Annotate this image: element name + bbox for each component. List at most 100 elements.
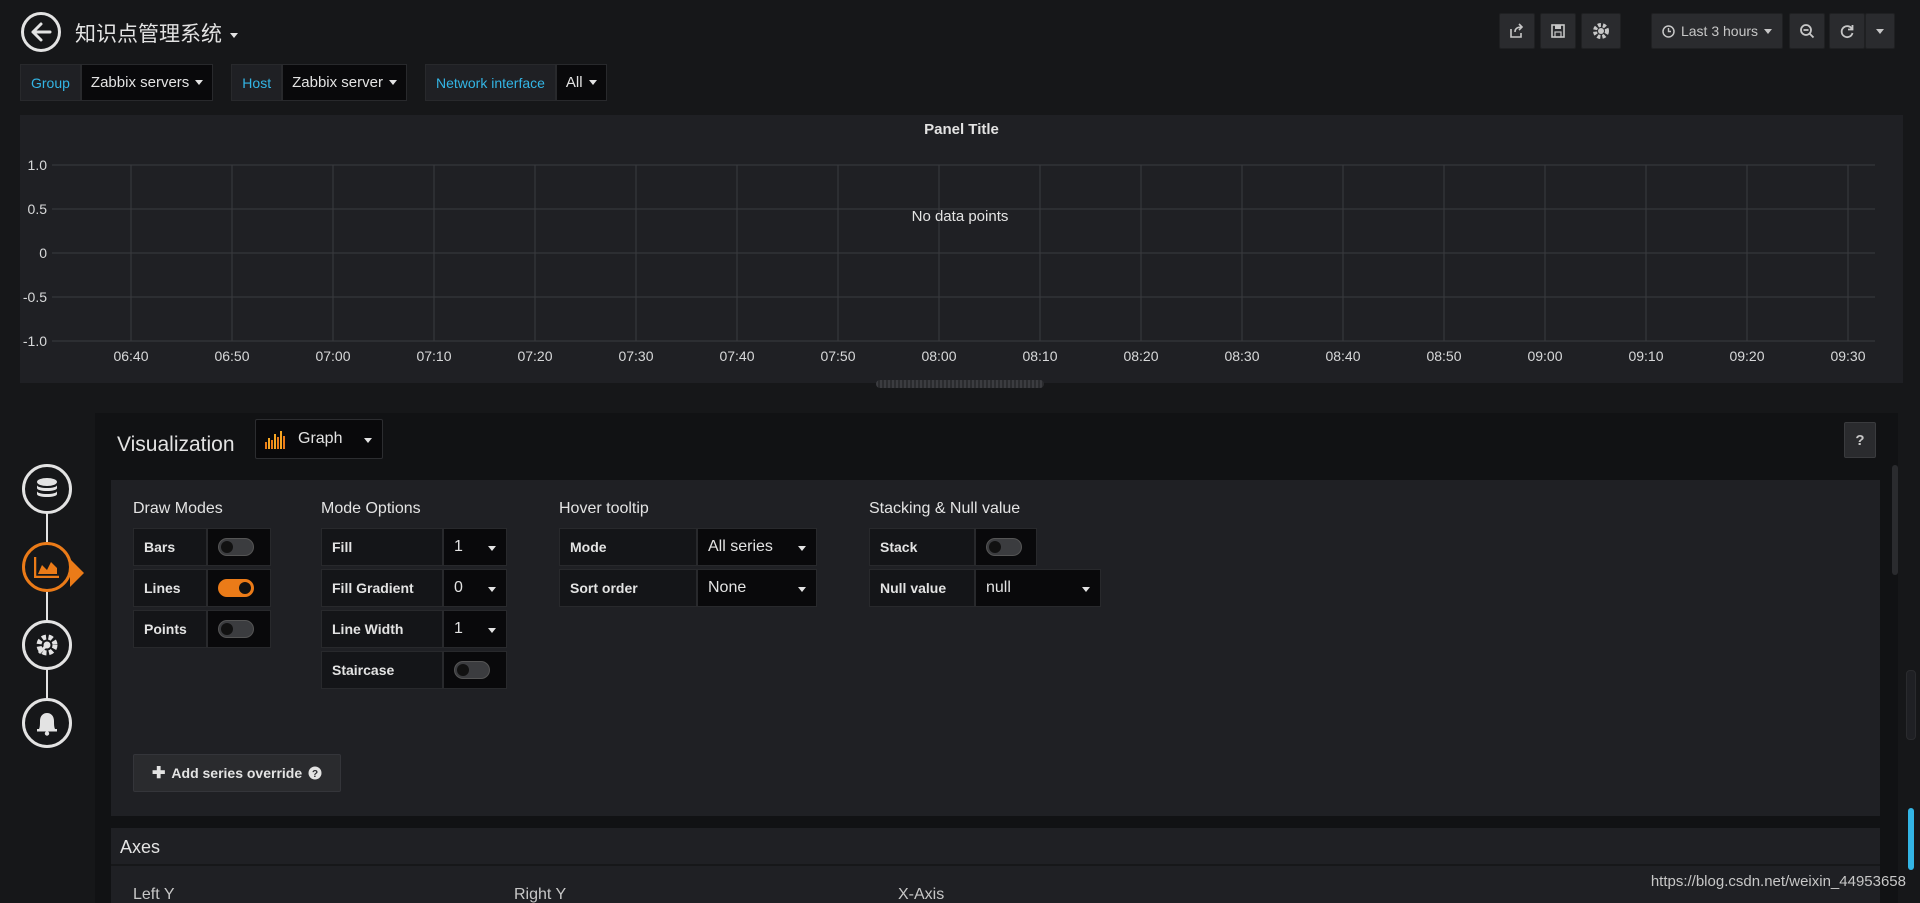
chevron-down-icon — [588, 80, 597, 85]
x-tick-label: 07:50 — [820, 348, 855, 364]
row-label: Lines — [133, 569, 207, 607]
chevron-down-icon — [364, 438, 372, 443]
x-tick-label: 06:40 — [113, 348, 148, 364]
share-button[interactable] — [1499, 13, 1535, 49]
stack-row: Stack — [869, 528, 1101, 566]
x-tick-label: 09:10 — [1628, 348, 1663, 364]
sort-order-select[interactable]: None — [697, 569, 817, 607]
time-range-picker[interactable]: Last 3 hours — [1651, 13, 1783, 49]
stacking-section: Stacking & Null value Stack Null value n… — [869, 500, 1101, 610]
chevron-down-icon — [1764, 28, 1773, 34]
variable-value: Zabbix server — [292, 74, 383, 91]
save-button[interactable] — [1540, 13, 1576, 49]
lines-switch[interactable] — [207, 569, 271, 607]
variable-group: Group Zabbix servers — [20, 64, 214, 101]
fill-select[interactable]: 1 — [443, 528, 507, 566]
nav-queries[interactable] — [22, 464, 72, 514]
gear-icon — [1593, 23, 1609, 39]
panel-resize-handle[interactable] — [876, 380, 1044, 388]
zoom-out-button[interactable] — [1789, 13, 1825, 49]
staircase-row: Staircase — [321, 651, 507, 689]
section-title: Mode Options — [321, 500, 421, 517]
page-scrollbar[interactable] — [1908, 808, 1914, 870]
panel-title[interactable]: Panel Title — [20, 121, 1903, 138]
null-value-select[interactable]: null — [975, 569, 1101, 607]
staircase-switch[interactable] — [443, 651, 507, 689]
plus-icon: ✚ — [152, 765, 166, 782]
time-range-label: Last 3 hours — [1680, 23, 1759, 39]
row-label: Bars — [133, 528, 207, 566]
chevron-down-icon — [388, 80, 397, 85]
mode-options-section: Mode Options Fill 1 Fill Gradient 0 Line… — [321, 500, 507, 692]
line-width-select[interactable]: 1 — [443, 610, 507, 648]
x-tick-label: 08:00 — [921, 348, 956, 364]
top-bar: 知识点管理系统 Last 3 hours — [0, 0, 1920, 60]
nav-general[interactable] — [22, 620, 72, 670]
row-label: Sort order — [559, 569, 697, 607]
select-value: 1 — [454, 538, 463, 555]
select-value: 0 — [454, 579, 463, 596]
fill-gradient-select[interactable]: 0 — [443, 569, 507, 607]
points-switch[interactable] — [207, 610, 271, 648]
variable-group-dropdown[interactable]: Zabbix servers — [80, 64, 214, 101]
clock-icon — [1662, 24, 1675, 38]
help-button[interactable]: ? — [1844, 422, 1876, 458]
section-title: Draw Modes — [133, 500, 223, 517]
sort-order-row: Sort order None — [559, 569, 817, 607]
row-label: Mode — [559, 528, 697, 566]
chevron-down-icon — [230, 32, 238, 38]
editor-scrollbar[interactable] — [1892, 465, 1898, 575]
editor-nav — [22, 464, 84, 754]
add-series-override-button[interactable]: ✚ Add series override ? — [133, 754, 342, 792]
bars-row: Bars — [133, 528, 271, 566]
x-tick-label: 06:50 — [214, 348, 249, 364]
variable-label: Host — [231, 64, 283, 101]
chevron-down-icon — [195, 80, 204, 85]
svg-text:?: ? — [312, 769, 318, 780]
x-tick-label: 07:10 — [416, 348, 451, 364]
axes-title[interactable]: Axes — [120, 837, 160, 858]
toggle-on — [218, 579, 254, 597]
visualization-heading: Visualization — [117, 433, 235, 456]
area-chart-icon — [34, 557, 59, 578]
dashboard-title-picker[interactable]: 知识点管理系统 — [75, 18, 238, 48]
chevron-down-icon — [488, 587, 496, 592]
back-button[interactable] — [21, 12, 61, 52]
variable-host-dropdown[interactable]: Zabbix server — [282, 64, 407, 101]
tooltip-mode-row: Mode All series — [559, 528, 817, 566]
select-value: None — [708, 579, 747, 596]
y-tick-label: -1.0 — [23, 333, 47, 349]
cog-wrench-icon — [36, 634, 58, 656]
row-label: Staircase — [321, 651, 443, 689]
tooltip-mode-select[interactable]: All series — [697, 528, 817, 566]
x-tick-label: 07:40 — [719, 348, 754, 364]
bell-icon — [37, 713, 57, 736]
row-label: Fill Gradient — [321, 569, 443, 607]
refresh-interval-dropdown[interactable] — [1865, 13, 1895, 49]
left-y-heading: Left Y — [133, 886, 175, 903]
nav-visualization[interactable] — [22, 542, 72, 592]
bars-switch[interactable] — [207, 528, 271, 566]
share-icon — [1510, 23, 1524, 38]
y-tick-label: 0.5 — [28, 201, 48, 217]
y-tick-label: -0.5 — [23, 289, 47, 305]
x-axis-heading: X-Axis — [898, 886, 945, 903]
x-tick-label: 08:50 — [1426, 348, 1461, 364]
variable-network-interface-dropdown[interactable]: All — [555, 64, 607, 101]
graph-chart[interactable]: 1.0 0.5 0 -0.5 -1.0 06:40 06:50 07:00 07:10 07:20… — [20, 115, 1903, 383]
visualization-type-picker[interactable]: Graph — [255, 419, 383, 459]
right-y-heading: Right Y — [514, 886, 567, 903]
variable-host: Host Zabbix server — [231, 64, 407, 101]
no-data-message: No data points — [912, 208, 1009, 225]
graph-type-icon — [265, 431, 285, 449]
settings-button[interactable] — [1581, 13, 1621, 49]
refresh-button[interactable] — [1829, 13, 1865, 49]
nav-alert[interactable] — [22, 698, 72, 748]
stack-switch[interactable] — [975, 528, 1037, 566]
add-series-override-label: Add series override — [171, 765, 303, 781]
row-label: Null value — [869, 569, 975, 607]
toggle-off — [454, 661, 490, 679]
select-value: All series — [708, 538, 773, 555]
chevron-down-icon — [1876, 28, 1884, 34]
fill-row: Fill 1 — [321, 528, 507, 566]
